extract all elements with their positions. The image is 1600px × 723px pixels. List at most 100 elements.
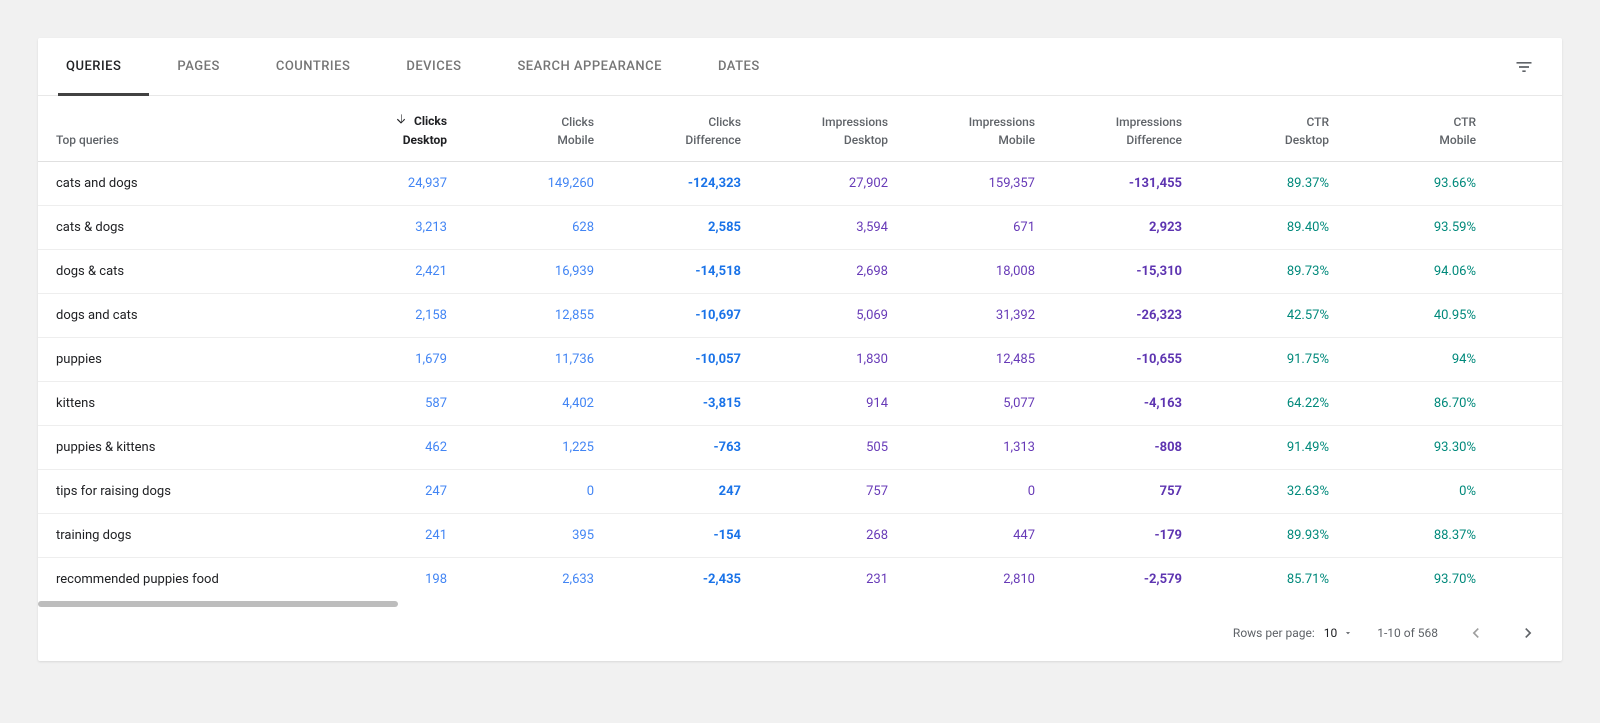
cell-impr-desktop: 2,698 (759, 250, 906, 294)
table-row[interactable]: kittens5874,402-3,8159145,077-4,16364.22… (38, 382, 1562, 426)
table-header-row: Top queries ClicksDesktop ClicksMobile C… (38, 96, 1562, 162)
cell-ctr-diff: -2.3 (1494, 338, 1562, 382)
col-ctr-desktop[interactable]: CTRDesktop (1200, 96, 1347, 162)
cell-query: puppies & kittens (38, 426, 318, 470)
cell-ctr-diff: -22.5 (1494, 382, 1562, 426)
table-row[interactable]: puppies & kittens4621,225-7635051,313-80… (38, 426, 1562, 470)
cell-impr-desktop: 757 (759, 470, 906, 514)
table-row[interactable]: cats & dogs3,2136282,5853,5946712,92389.… (38, 206, 1562, 250)
table-scroll-area[interactable]: Top queries ClicksDesktop ClicksMobile C… (38, 96, 1562, 607)
cell-query: tips for raising dogs (38, 470, 318, 514)
cell-ctr-mobile: 93.70% (1347, 558, 1494, 602)
filter-icon[interactable] (1506, 49, 1542, 85)
cell-impr-mobile: 447 (906, 514, 1053, 558)
cell-impr-mobile: 1,313 (906, 426, 1053, 470)
cell-clicks-mobile: 0 (465, 470, 612, 514)
cell-clicks-desktop: 2,158 (318, 294, 465, 338)
cell-clicks-mobile: 16,939 (465, 250, 612, 294)
cell-impr-diff: -4,163 (1053, 382, 1200, 426)
table-row[interactable]: dogs and cats2,15812,855-10,6975,06931,3… (38, 294, 1562, 338)
sort-arrow-down-icon (394, 112, 408, 131)
tab-queries[interactable]: QUERIES (58, 38, 149, 96)
cell-ctr-mobile: 94.06% (1347, 250, 1494, 294)
cell-query: recommended puppies food (38, 558, 318, 602)
cell-impr-desktop: 3,594 (759, 206, 906, 250)
cell-impr-mobile: 31,392 (906, 294, 1053, 338)
cell-ctr-diff: 1.6 (1494, 294, 1562, 338)
table-row[interactable]: recommended puppies food1982,633-2,43523… (38, 558, 1562, 602)
pager-next-button[interactable] (1514, 619, 1542, 647)
cell-clicks-mobile: 11,736 (465, 338, 612, 382)
col-impressions-mobile[interactable]: ImpressionsMobile (906, 96, 1053, 162)
table-row[interactable]: cats and dogs24,937149,260-124,32327,902… (38, 162, 1562, 206)
table-row[interactable]: training dogs241395-154268447-17989.93%8… (38, 514, 1562, 558)
cell-ctr-desktop: 91.75% (1200, 338, 1347, 382)
cell-ctr-desktop: 32.63% (1200, 470, 1347, 514)
cell-ctr-mobile: 94% (1347, 338, 1494, 382)
cell-impr-diff: -131,455 (1053, 162, 1200, 206)
cell-query: training dogs (38, 514, 318, 558)
col-ctr-difference[interactable]: CTRDifference (1494, 96, 1562, 162)
cell-ctr-diff: -8 (1494, 558, 1562, 602)
tab-countries[interactable]: COUNTRIES (248, 38, 379, 96)
table-row[interactable]: tips for raising dogs2470247757075732.63… (38, 470, 1562, 514)
cell-ctr-desktop: 64.22% (1200, 382, 1347, 426)
col-ctr-mobile[interactable]: CTRMobile (1347, 96, 1494, 162)
cell-query: dogs and cats (38, 294, 318, 338)
cell-impr-desktop: 268 (759, 514, 906, 558)
cell-ctr-mobile: 86.70% (1347, 382, 1494, 426)
cell-impr-diff: -15,310 (1053, 250, 1200, 294)
page-range: 1-10 of 568 (1377, 626, 1438, 640)
cell-clicks-diff: -763 (612, 426, 759, 470)
cell-clicks-diff: -154 (612, 514, 759, 558)
cell-ctr-desktop: 89.93% (1200, 514, 1347, 558)
cell-query: kittens (38, 382, 318, 426)
col-clicks-desktop[interactable]: ClicksDesktop (318, 96, 465, 162)
cell-ctr-desktop: 89.73% (1200, 250, 1347, 294)
cell-impr-mobile: 0 (906, 470, 1053, 514)
cell-query: puppies (38, 338, 318, 382)
cell-ctr-mobile: 93.66% (1347, 162, 1494, 206)
cell-impr-mobile: 2,810 (906, 558, 1053, 602)
tab-bar: QUERIES PAGES COUNTRIES DEVICES SEARCH A… (38, 38, 1562, 96)
cell-impr-mobile: 671 (906, 206, 1053, 250)
cell-impr-desktop: 1,830 (759, 338, 906, 382)
cell-impr-mobile: 5,077 (906, 382, 1053, 426)
col-impressions-difference[interactable]: ImpressionsDifference (1053, 96, 1200, 162)
rows-per-page-select[interactable]: 10 (1324, 626, 1354, 640)
cell-impr-mobile: 12,485 (906, 338, 1053, 382)
pager-prev-button[interactable] (1462, 619, 1490, 647)
cell-clicks-mobile: 2,633 (465, 558, 612, 602)
cell-clicks-diff: 2,585 (612, 206, 759, 250)
table-row[interactable]: puppies1,67911,736-10,0571,83012,485-10,… (38, 338, 1562, 382)
cell-clicks-diff: -14,518 (612, 250, 759, 294)
tab-devices[interactable]: DEVICES (378, 38, 489, 96)
cell-ctr-mobile: 40.95% (1347, 294, 1494, 338)
cell-ctr-mobile: 93.59% (1347, 206, 1494, 250)
cell-query: cats and dogs (38, 162, 318, 206)
horizontal-scrollbar[interactable] (38, 601, 1562, 607)
cell-impr-desktop: 231 (759, 558, 906, 602)
chevron-down-icon (1343, 628, 1353, 638)
col-clicks-difference[interactable]: ClicksDifference (612, 96, 759, 162)
performance-table-card: QUERIES PAGES COUNTRIES DEVICES SEARCH A… (38, 38, 1562, 661)
col-impressions-desktop[interactable]: ImpressionsDesktop (759, 96, 906, 162)
rows-per-page-label: Rows per page: (1233, 626, 1315, 640)
cell-clicks-diff: 247 (612, 470, 759, 514)
cell-ctr-desktop: 42.57% (1200, 294, 1347, 338)
tab-search-appearance[interactable]: SEARCH APPEARANCE (489, 38, 690, 96)
cell-clicks-diff: -10,057 (612, 338, 759, 382)
tab-pages[interactable]: PAGES (149, 38, 247, 96)
cell-clicks-mobile: 12,855 (465, 294, 612, 338)
table-pager: Rows per page: 10 1-10 of 568 (38, 607, 1562, 661)
cell-impr-diff: 757 (1053, 470, 1200, 514)
cell-clicks-desktop: 587 (318, 382, 465, 426)
queries-table: Top queries ClicksDesktop ClicksMobile C… (38, 96, 1562, 601)
cell-impr-desktop: 5,069 (759, 294, 906, 338)
table-row[interactable]: dogs & cats2,42116,939-14,5182,69818,008… (38, 250, 1562, 294)
tab-dates[interactable]: DATES (690, 38, 788, 96)
cell-impr-diff: -2,579 (1053, 558, 1200, 602)
col-top-queries[interactable]: Top queries (38, 96, 318, 162)
cell-clicks-desktop: 462 (318, 426, 465, 470)
col-clicks-mobile[interactable]: ClicksMobile (465, 96, 612, 162)
